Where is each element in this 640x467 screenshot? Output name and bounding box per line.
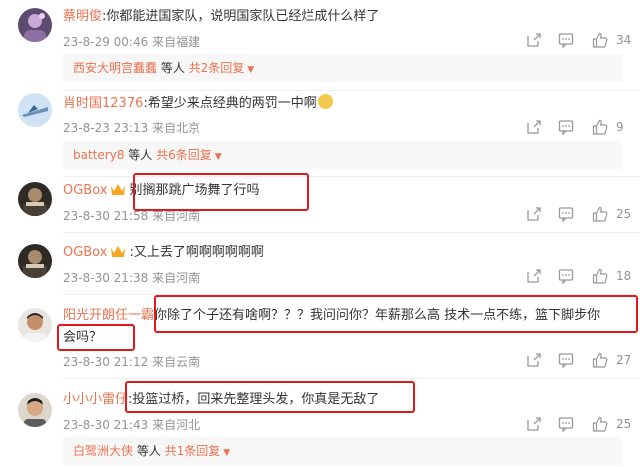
reply-summary[interactable]: battery8 等人 共6条回复 ▼	[63, 141, 622, 169]
like-count: 9	[616, 120, 624, 134]
emoji-icon	[317, 94, 333, 109]
like-icon[interactable]	[592, 352, 608, 368]
avatar[interactable]	[18, 8, 52, 42]
share-icon[interactable]	[526, 119, 542, 135]
share-icon[interactable]	[526, 206, 542, 222]
comment-text: :又上丢了啊啊啊啊啊啊	[129, 245, 264, 260]
comment-icon[interactable]	[558, 119, 574, 135]
timestamp: 23-8-30 21:12	[63, 355, 149, 369]
comment-text: 你除了个子还有啥啊？？？我问问你？年薪那么高 技术一点不练，篮下脚步你	[154, 308, 601, 323]
comment-icon[interactable]	[558, 416, 574, 432]
reply-names[interactable]: 西安大明宫蠢蠢	[73, 61, 157, 75]
comment-meta: 23-8-30 21:58 来自河南	[63, 207, 200, 224]
comment-body: 小小小雷仔:投篮过桥，回来先整理头发，你真是无敌了	[63, 391, 379, 409]
chevron-down-icon[interactable]: ▼	[223, 439, 230, 467]
username-link[interactable]: OGBox	[63, 183, 107, 198]
reply-names[interactable]: 白鹭洲大侠	[73, 444, 133, 458]
reply-mid: 等人	[133, 444, 165, 458]
vip-crown-icon	[111, 184, 126, 195]
vip-crown-icon	[111, 246, 126, 257]
location: 来自河南	[152, 271, 201, 285]
like-count: 25	[616, 207, 632, 221]
location: 来自北京	[152, 121, 201, 135]
reply-more[interactable]: 共2条回复	[189, 61, 245, 75]
username-link[interactable]: 蔡明俊	[63, 9, 102, 24]
comment-meta: 23-8-30 21:38 来自河南	[63, 269, 200, 286]
comment-icon[interactable]	[558, 268, 574, 284]
divider	[63, 232, 640, 233]
reply-names[interactable]: battery8	[73, 148, 124, 162]
chevron-down-icon[interactable]: ▼	[215, 143, 222, 171]
comment-text: :投篮过桥，回来先整理头发，你真是无敌了	[128, 392, 380, 407]
comment-meta: 23-8-23 23:13 来自北京	[63, 119, 200, 136]
location: 来自河南	[152, 209, 201, 223]
comment-body: OGBox :又上丢了啊啊啊啊啊啊	[63, 244, 264, 262]
reply-mid: 等人	[124, 148, 157, 162]
like-icon[interactable]	[592, 416, 608, 432]
share-icon[interactable]	[526, 268, 542, 284]
avatar[interactable]	[18, 244, 52, 278]
comment-body-continued: 会吗？	[63, 329, 102, 347]
comment-text: :希望少来点经典的两罚一中啊	[143, 96, 317, 111]
divider	[63, 378, 640, 379]
avatar[interactable]	[18, 308, 52, 342]
divider	[63, 90, 640, 91]
timestamp: 23-8-30 21:38	[63, 271, 149, 285]
comment-body: OGBox 别搁那跳广场舞了行吗	[63, 182, 260, 200]
reply-summary[interactable]: 白鹭洲大侠 等人 共1条回复 ▼	[63, 437, 622, 465]
comment-body: 肖时国12376:希望少来点经典的两罚一中啊	[63, 94, 333, 113]
username-link[interactable]: 小小小雷仔	[63, 392, 128, 407]
username-link[interactable]: 肖时国12376	[63, 96, 143, 111]
action-bar: 25	[520, 416, 640, 436]
location: 来自福建	[152, 35, 201, 49]
avatar[interactable]	[18, 182, 52, 216]
username-link[interactable]: OGBox	[63, 245, 107, 260]
timestamp: 23-8-23 23:13	[63, 121, 149, 135]
like-count: 27	[616, 353, 632, 367]
action-bar: 25	[520, 206, 640, 226]
share-icon[interactable]	[526, 416, 542, 432]
like-count: 25	[616, 417, 632, 431]
like-icon[interactable]	[592, 268, 608, 284]
comment-meta: 23-8-29 00:46 来自福建	[63, 33, 200, 50]
comment-text-line2: 会吗？	[63, 330, 103, 345]
like-icon[interactable]	[592, 32, 608, 48]
reply-more[interactable]: 共6条回复	[156, 148, 212, 162]
comment-icon[interactable]	[558, 206, 574, 222]
action-bar: 9	[520, 119, 640, 139]
avatar[interactable]	[18, 393, 52, 427]
divider	[63, 294, 640, 295]
share-icon[interactable]	[526, 352, 542, 368]
comment-meta: 23-8-30 21:43 来自河北	[63, 416, 200, 433]
comment-body: 阳光开朗任一霸你除了个子还有啥啊？？？我问问你？年薪那么高 技术一点不练，篮下脚…	[63, 307, 600, 325]
action-bar: 18	[520, 268, 640, 288]
divider	[63, 176, 640, 177]
like-icon[interactable]	[592, 206, 608, 222]
reply-more[interactable]: 共1条回复	[165, 444, 221, 458]
timestamp: 23-8-30 21:58	[63, 209, 149, 223]
comment-meta: 23-8-30 21:12 来自云南	[63, 353, 200, 370]
comment-text: 别搁那跳广场舞了行吗	[129, 183, 260, 198]
reply-summary[interactable]: 西安大明宫蠢蠢 等人 共2条回复 ▼	[63, 54, 622, 82]
timestamp: 23-8-29 00:46	[63, 35, 149, 49]
location: 来自河北	[152, 418, 201, 432]
comment-icon[interactable]	[558, 352, 574, 368]
reply-mid: 等人	[157, 61, 189, 75]
location: 来自云南	[152, 355, 201, 369]
like-icon[interactable]	[592, 119, 608, 135]
comment-text: :你都能进国家队，说明国家队已经烂成什么样了	[102, 9, 380, 24]
like-count: 34	[616, 33, 632, 47]
action-bar: 27	[520, 352, 640, 372]
action-bar: 34	[520, 32, 640, 52]
username-link[interactable]: 阳光开朗任一霸	[63, 308, 154, 323]
chevron-down-icon[interactable]: ▼	[247, 56, 254, 84]
timestamp: 23-8-30 21:43	[63, 418, 149, 432]
share-icon[interactable]	[526, 32, 542, 48]
comment-icon[interactable]	[558, 32, 574, 48]
comment-body: 蔡明俊:你都能进国家队，说明国家队已经烂成什么样了	[63, 8, 379, 26]
avatar[interactable]	[18, 93, 52, 127]
like-count: 18	[616, 269, 632, 283]
